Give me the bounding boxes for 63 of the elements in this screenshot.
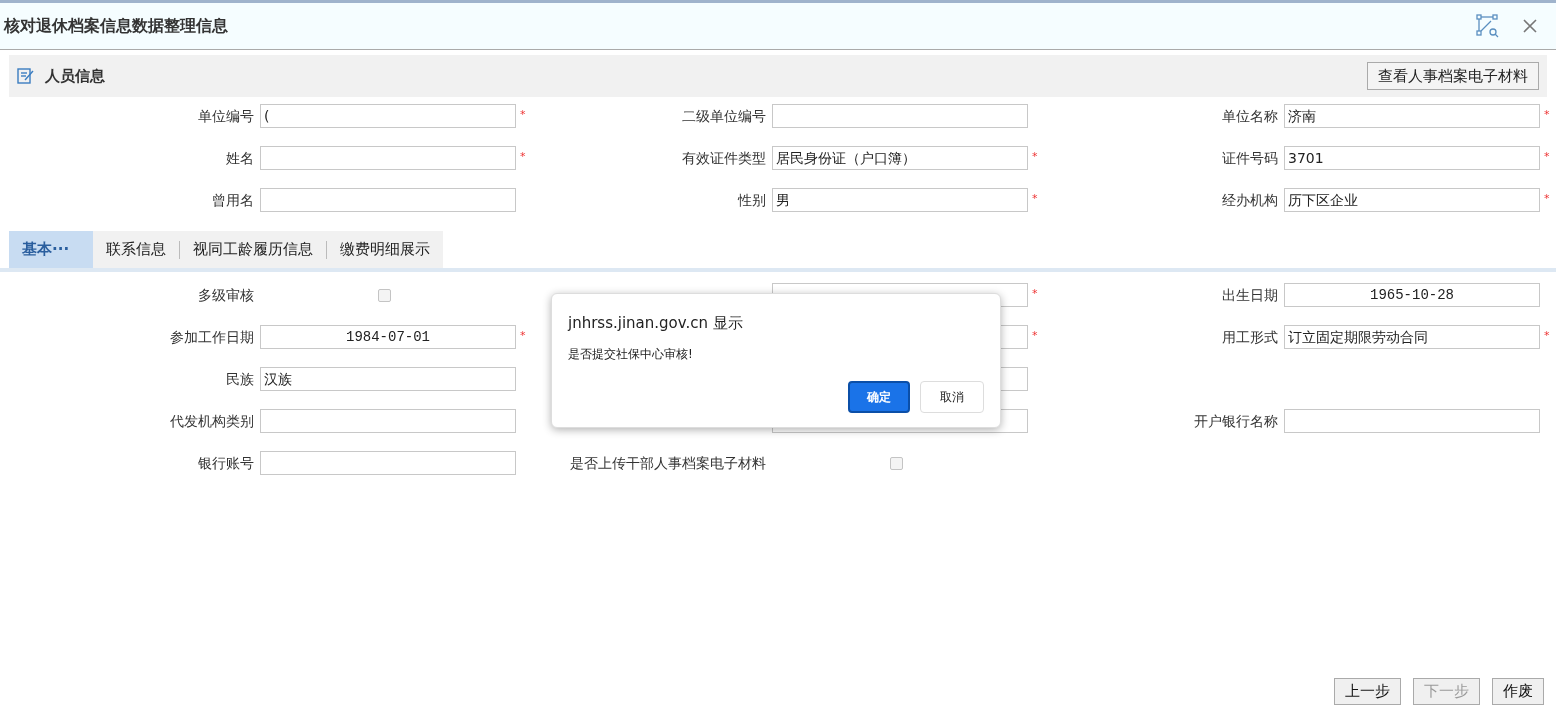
field-label: 二级单位编号 [682, 106, 766, 126]
view-materials-button[interactable]: 查看人事档案电子材料 [1367, 62, 1539, 90]
input-field[interactable]: 济南 [1284, 104, 1540, 128]
required-mark: * [520, 329, 526, 342]
required-mark: * [1544, 150, 1550, 163]
input-field[interactable]: 1965-10-28 [1284, 283, 1540, 307]
window-title: 核对退休档案信息数据整理信息 [4, 15, 228, 37]
field-label: 代发机构类别 [170, 411, 254, 431]
required-mark: * [1544, 329, 1550, 342]
field-label: 多级审核 [198, 285, 254, 305]
close-icon[interactable] [1522, 18, 1538, 34]
field-label: 出生日期 [1222, 285, 1278, 305]
resize-icon[interactable] [1476, 14, 1500, 38]
input-field[interactable]: 订立固定期限劳动合同 [1284, 325, 1540, 349]
tab[interactable]: 视同工龄履历信息 [180, 231, 326, 268]
input-field[interactable] [260, 409, 516, 433]
required-mark: * [1544, 108, 1550, 121]
required-mark: * [1544, 192, 1550, 205]
checkbox[interactable] [889, 456, 903, 470]
field-label: 单位名称 [1222, 106, 1278, 126]
required-mark: * [520, 108, 526, 121]
input-field[interactable]: 1984-07-01 [260, 325, 516, 349]
tab[interactable]: 基本··· [9, 231, 93, 268]
field-label: 用工形式 [1222, 327, 1278, 347]
field-label: 姓名 [226, 148, 254, 168]
tab[interactable]: 联系信息 [93, 231, 179, 268]
input-field[interactable] [1284, 409, 1540, 433]
field-label: 单位编号 [198, 106, 254, 126]
field-label: 是否上传干部人事档案电子材料 [570, 453, 766, 473]
input-field[interactable]: 3701 [1284, 146, 1540, 170]
input-field[interactable] [260, 188, 516, 212]
cancel-button[interactable]: 取消 [920, 380, 984, 413]
edit-icon [17, 67, 35, 85]
input-field[interactable] [772, 104, 1028, 128]
input-field[interactable]: 男 [772, 188, 1028, 212]
dialog-title: jnhrss.jinan.gov.cn 显示 [568, 313, 744, 334]
required-mark: * [1032, 287, 1038, 300]
required-mark: * [1032, 192, 1038, 205]
field-label: 有效证件类型 [682, 148, 766, 168]
field-label: 银行账号 [198, 453, 254, 473]
input-field[interactable]: 居民身份证（户口簿） [772, 146, 1028, 170]
field-label: 性别 [738, 190, 766, 210]
input-field[interactable] [260, 451, 516, 475]
input-field[interactable]: 历下区企业 [1284, 188, 1540, 212]
field-label: 证件号码 [1222, 148, 1278, 168]
field-label: 曾用名 [212, 190, 254, 210]
field-label: 经办机构 [1222, 190, 1278, 210]
field-label: 民族 [226, 369, 254, 389]
required-mark: * [1032, 150, 1038, 163]
input-field[interactable]: ( [260, 104, 516, 128]
ok-button[interactable]: 确定 [848, 380, 910, 413]
input-field[interactable] [260, 146, 516, 170]
required-mark: * [520, 150, 526, 163]
footer-button[interactable]: 作废 [1492, 678, 1544, 705]
field-label: 参加工作日期 [170, 327, 254, 347]
dialog-message: 是否提交社保中心审核! [568, 345, 694, 363]
tab[interactable]: 缴费明细展示 [327, 231, 443, 268]
input-field[interactable]: 汉族 [260, 367, 516, 391]
footer-button[interactable]: 上一步 [1334, 678, 1401, 705]
field-label: 开户银行名称 [1194, 411, 1278, 431]
required-mark: * [1032, 329, 1038, 342]
checkbox[interactable] [377, 288, 391, 302]
section-title: 人员信息 [45, 65, 105, 87]
